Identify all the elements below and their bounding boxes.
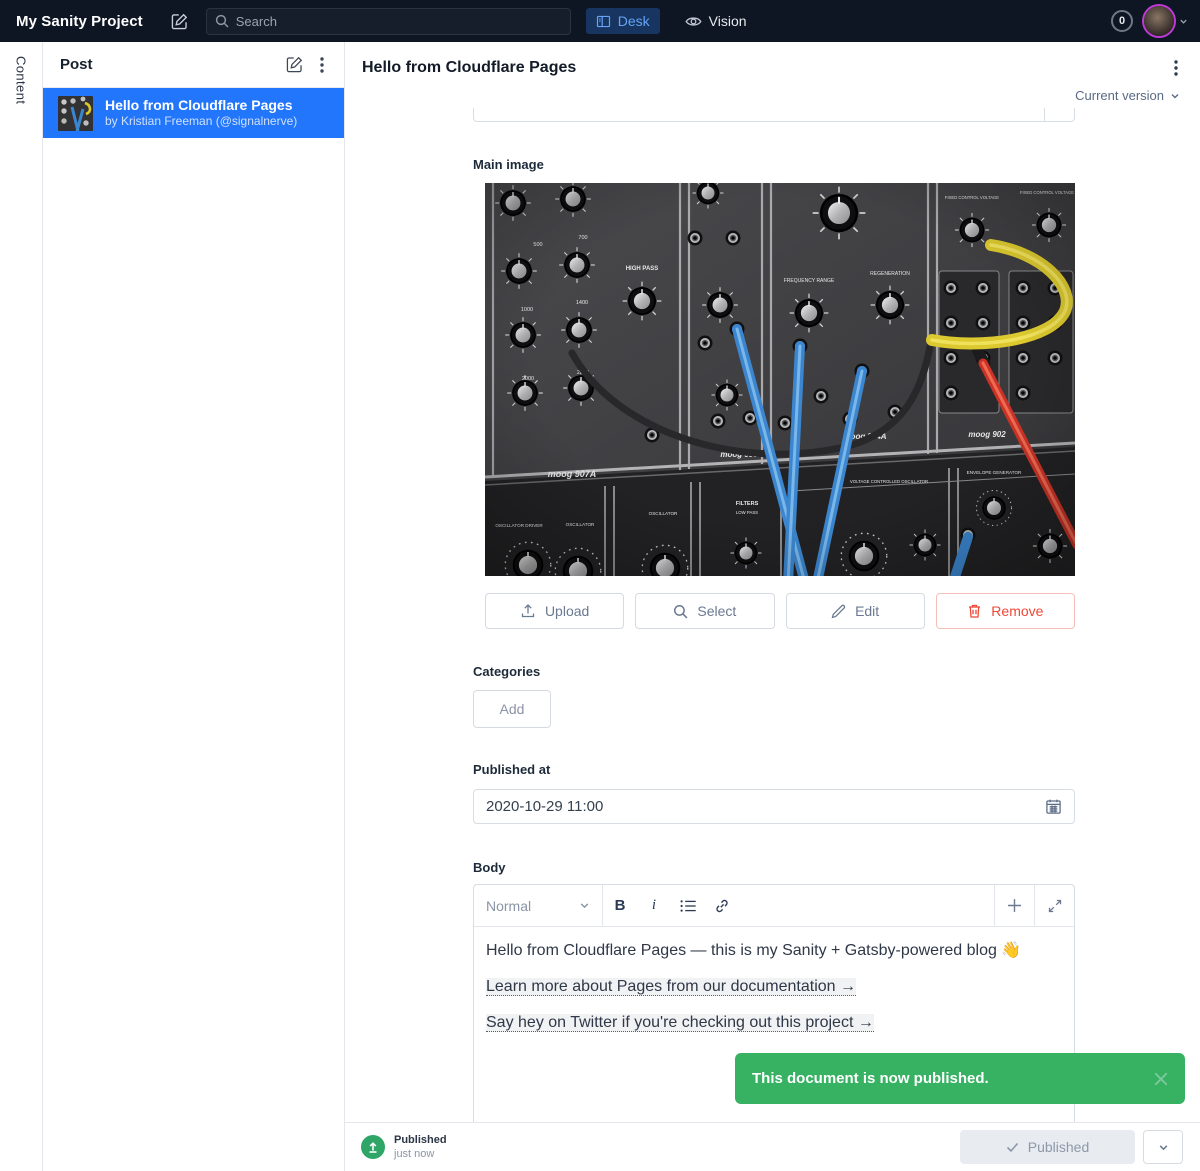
post-list-pane: Post bbox=[43, 42, 345, 1171]
upload-icon bbox=[520, 603, 536, 619]
new-document-icon[interactable] bbox=[277, 51, 312, 78]
style-select-value: Normal bbox=[486, 898, 579, 914]
main-image-label: Main image bbox=[473, 157, 1075, 173]
chevron-down-icon bbox=[579, 900, 590, 911]
publish-toast: This document is now published. bbox=[735, 1053, 1185, 1104]
chevron-down-icon[interactable] bbox=[1179, 17, 1188, 26]
publish-menu-button[interactable] bbox=[1143, 1130, 1183, 1164]
toast-message: This document is now published. bbox=[752, 1070, 1153, 1087]
upload-label: Upload bbox=[545, 603, 589, 619]
body-toolbar: Normal B i bbox=[474, 885, 1074, 927]
tab-vision-label: Vision bbox=[709, 13, 747, 29]
avatar[interactable] bbox=[1144, 6, 1174, 36]
tab-desk[interactable]: Desk bbox=[586, 8, 660, 34]
pane-header: Post bbox=[43, 42, 344, 88]
synth-photo: 500 700 1000 1400 2000 2800 HIGH PASS FR… bbox=[485, 183, 1075, 576]
body-paragraph: Hello from Cloudflare Pages — this is my… bbox=[486, 941, 1062, 961]
publish-button-label: Published bbox=[1028, 1139, 1090, 1155]
document-footer: Published just now Published bbox=[345, 1122, 1200, 1171]
bold-button[interactable]: B bbox=[603, 885, 637, 926]
style-select[interactable]: Normal bbox=[474, 885, 602, 926]
italic-button[interactable]: i bbox=[637, 885, 671, 926]
edit-label: Edit bbox=[855, 603, 879, 619]
version-label: Current version bbox=[1075, 88, 1164, 103]
pane-title: Post bbox=[60, 56, 277, 73]
tab-vision[interactable]: Vision bbox=[675, 8, 757, 34]
categories-label: Categories bbox=[473, 664, 1075, 680]
body-text-area[interactable]: Hello from Cloudflare Pages — this is my… bbox=[474, 927, 1074, 1063]
document-menu-icon[interactable] bbox=[1168, 57, 1184, 79]
published-at-field bbox=[473, 789, 1075, 824]
edit-button[interactable]: Edit bbox=[786, 593, 925, 629]
insert-block-button[interactable] bbox=[995, 885, 1034, 926]
bullet-list-button[interactable] bbox=[671, 885, 705, 926]
post-item-subtitle: by Kristian Freeman (@signalnerve) bbox=[105, 114, 297, 129]
publish-status-time: just now bbox=[394, 1149, 447, 1160]
document-form: Main image bbox=[345, 108, 1200, 1122]
compose-icon[interactable] bbox=[170, 12, 189, 31]
workspace: Content Post bbox=[0, 42, 1200, 1171]
upload-button[interactable]: Upload bbox=[485, 593, 624, 629]
link-button[interactable] bbox=[705, 885, 739, 926]
published-at-label: Published at bbox=[473, 762, 1075, 778]
search-input[interactable] bbox=[236, 14, 562, 29]
post-list-item[interactable]: Hello from Cloudflare Pages by Kristian … bbox=[43, 88, 344, 138]
version-selector[interactable]: Current version bbox=[362, 88, 1184, 103]
post-item-title: Hello from Cloudflare Pages bbox=[105, 97, 297, 114]
post-item-text: Hello from Cloudflare Pages by Kristian … bbox=[105, 97, 297, 129]
pane-menu-icon[interactable] bbox=[312, 52, 332, 78]
search-box bbox=[206, 8, 571, 35]
document-panel: Hello from Cloudflare Pages Current vers… bbox=[345, 42, 1200, 1171]
remove-label: Remove bbox=[991, 603, 1043, 619]
chevron-down-icon bbox=[1170, 91, 1180, 101]
add-category-button[interactable]: Add bbox=[473, 690, 551, 728]
publish-button[interactable]: Published bbox=[960, 1130, 1135, 1164]
tab-desk-label: Desk bbox=[618, 13, 650, 29]
body-link-docs[interactable]: Learn more about Pages from our document… bbox=[486, 978, 856, 996]
publish-status: Published just now bbox=[361, 1135, 447, 1160]
sanity-studio: My Sanity Project Desk bbox=[0, 0, 1200, 1171]
expand-editor-button[interactable] bbox=[1035, 885, 1074, 926]
pencil-icon bbox=[831, 604, 846, 619]
publish-status-title: Published bbox=[394, 1135, 447, 1146]
select-label: Select bbox=[697, 603, 736, 619]
content-rail: Content bbox=[0, 42, 43, 1171]
close-icon[interactable] bbox=[1153, 1071, 1169, 1087]
chevron-down-icon bbox=[1158, 1142, 1169, 1153]
search-icon bbox=[215, 14, 229, 28]
media-buttons: Upload Select Edit bbox=[485, 593, 1075, 629]
post-thumbnail bbox=[58, 96, 93, 131]
check-icon bbox=[1006, 1142, 1019, 1153]
project-title[interactable]: My Sanity Project bbox=[16, 13, 143, 30]
body-link-twitter[interactable]: Say hey on Twitter if you're checking ou… bbox=[486, 1014, 874, 1032]
select-button[interactable]: Select bbox=[635, 593, 774, 629]
presence-badge[interactable]: 0 bbox=[1111, 10, 1133, 32]
eye-icon bbox=[685, 14, 702, 29]
trash-icon bbox=[967, 603, 982, 619]
published-icon bbox=[361, 1135, 385, 1159]
body-label: Body bbox=[473, 860, 1075, 876]
search-icon bbox=[673, 604, 688, 619]
calendar-icon[interactable] bbox=[1045, 798, 1062, 815]
remove-button[interactable]: Remove bbox=[936, 593, 1075, 629]
desk-icon bbox=[596, 14, 611, 29]
navbar: My Sanity Project Desk bbox=[0, 0, 1200, 42]
rail-label-content[interactable]: Content bbox=[14, 56, 29, 1171]
published-at-input[interactable] bbox=[486, 798, 1045, 815]
document-header: Hello from Cloudflare Pages Current vers… bbox=[345, 42, 1200, 108]
document-title: Hello from Cloudflare Pages bbox=[362, 59, 1168, 77]
partial-input[interactable] bbox=[473, 108, 1075, 122]
main-image-photo[interactable]: 500 700 1000 1400 2000 2800 HIGH PASS FR… bbox=[485, 183, 1075, 576]
